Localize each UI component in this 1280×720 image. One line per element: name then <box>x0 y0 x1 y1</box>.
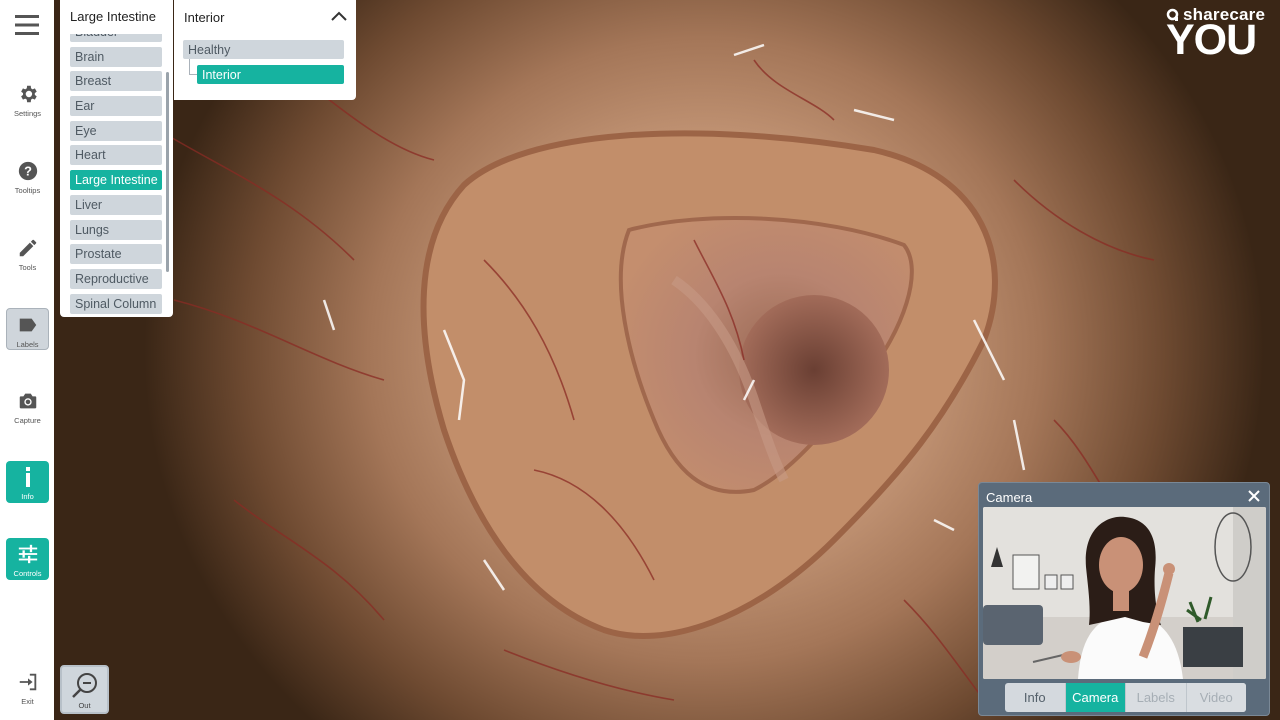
exit-icon <box>16 670 40 694</box>
gear-icon <box>16 82 40 106</box>
presenter-video-frame <box>983 507 1266 679</box>
view-menu-title[interactable]: Interior <box>184 10 224 25</box>
capture-label: Capture <box>14 416 41 425</box>
labels-label: Labels <box>16 340 39 349</box>
close-camera-button[interactable] <box>1247 489 1261 503</box>
view-item-interior[interactable]: Interior <box>197 65 344 84</box>
organ-menu-panel: Large Intestine BladderBrainBreastEarEye… <box>60 0 173 317</box>
exit-label: Exit <box>21 697 34 706</box>
tab-video[interactable]: Video <box>1186 683 1246 712</box>
hamburger-menu-button[interactable] <box>15 14 39 36</box>
zoom-out-label: Out <box>78 701 91 710</box>
tools-button[interactable]: Tools <box>6 232 49 274</box>
tools-label: Tools <box>18 263 37 272</box>
close-icon <box>1248 490 1260 502</box>
exit-button[interactable]: Exit <box>6 666 49 708</box>
controls-label: Controls <box>13 569 42 578</box>
organ-item-eye[interactable]: Eye <box>70 120 162 141</box>
zoom-out-icon <box>72 673 97 698</box>
left-toolbar: Settings ? Tooltips Tools Labels Capture… <box>0 0 54 720</box>
camera-icon <box>16 389 40 413</box>
tab-labels[interactable]: Labels <box>1126 683 1187 712</box>
info-icon <box>16 465 40 489</box>
organ-menu-title[interactable]: Large Intestine <box>60 0 173 34</box>
view-item-healthy[interactable]: Healthy <box>183 40 344 59</box>
camera-panel-title: Camera <box>986 490 1033 505</box>
tree-connector <box>189 59 197 75</box>
collapse-menu-button[interactable] <box>330 8 348 24</box>
sharecare-you-logo: sharecare YOU <box>1166 5 1272 64</box>
organ-item-heart[interactable]: Heart <box>70 145 162 166</box>
organ-item-breast[interactable]: Breast <box>70 71 162 92</box>
controls-button[interactable]: Controls <box>6 538 49 580</box>
chevron-up-icon <box>331 11 347 21</box>
organ-item-spinal-column[interactable]: Spinal Column <box>70 293 162 314</box>
settings-label: Settings <box>13 109 42 118</box>
organ-item-ear[interactable]: Ear <box>70 96 162 117</box>
tooltips-label: Tooltips <box>14 186 41 195</box>
svg-text:?: ? <box>24 164 32 179</box>
capture-button[interactable]: Capture <box>6 385 49 427</box>
info-label: Info <box>21 492 34 501</box>
logo-product-text: YOU <box>1166 16 1257 64</box>
hamburger-icon <box>15 15 39 35</box>
organ-item-reproductive[interactable]: Reproductive <box>70 268 162 289</box>
camera-panel: Camera Info Camera Labels Video <box>978 482 1270 716</box>
organ-list-scrollbar[interactable] <box>166 72 169 272</box>
settings-button[interactable]: Settings <box>6 78 49 120</box>
question-circle-icon: ? <box>16 159 40 183</box>
zoom-out-button[interactable]: Out <box>60 665 109 714</box>
organ-list[interactable]: BladderBrainBreastEarEyeHeartLarge Intes… <box>70 22 162 317</box>
tooltips-button[interactable]: ? Tooltips <box>6 155 49 197</box>
tab-info[interactable]: Info <box>1005 683 1066 712</box>
organ-item-lungs[interactable]: Lungs <box>70 219 162 240</box>
view-menu-panel: Interior Healthy Interior <box>174 0 356 100</box>
info-button[interactable]: Info <box>6 461 49 503</box>
label-tag-icon <box>16 313 40 337</box>
tab-camera[interactable]: Camera <box>1065 683 1126 712</box>
organ-item-liver[interactable]: Liver <box>70 194 162 215</box>
labels-button[interactable]: Labels <box>6 308 49 350</box>
pencil-icon <box>16 236 40 260</box>
organ-item-large-intestine[interactable]: Large Intestine <box>70 170 162 191</box>
organ-item-brain[interactable]: Brain <box>70 46 162 67</box>
camera-panel-tabs: Info Camera Labels Video <box>1005 683 1246 712</box>
camera-video-feed <box>983 507 1266 679</box>
sliders-icon <box>16 542 40 566</box>
organ-item-prostate[interactable]: Prostate <box>70 244 162 265</box>
